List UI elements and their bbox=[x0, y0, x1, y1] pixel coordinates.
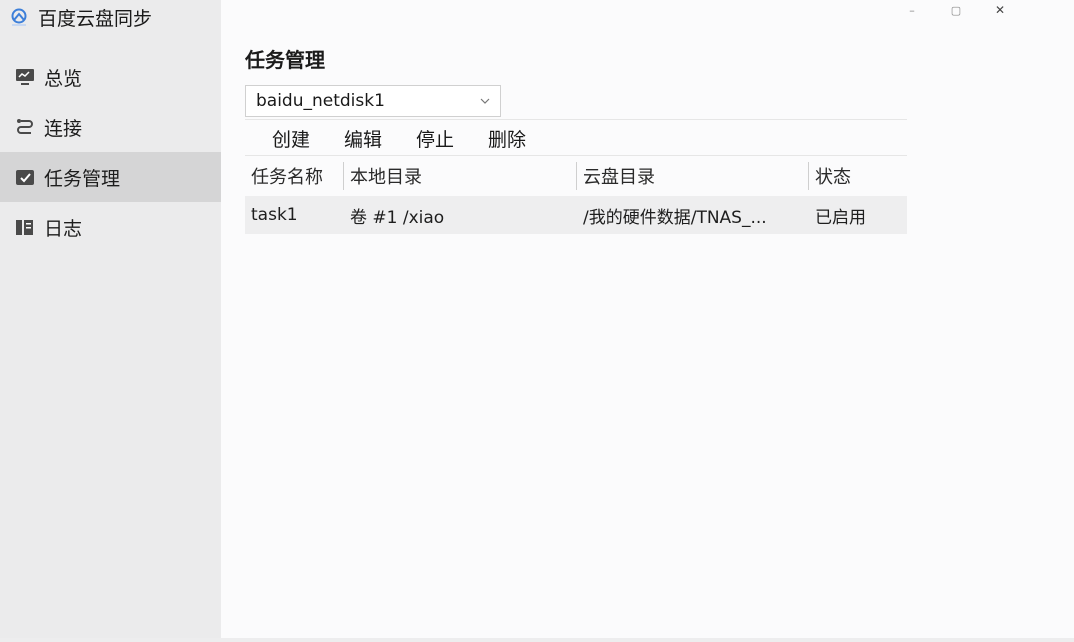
delete-button[interactable]: 删除 bbox=[488, 123, 526, 153]
window-bottom-edge bbox=[0, 638, 1074, 642]
link-icon bbox=[14, 116, 36, 138]
app-name: 百度云盘同步 bbox=[38, 7, 153, 30]
cell-local-dir: 卷 #1 /xiao bbox=[350, 207, 445, 228]
sidebar-item-overview[interactable]: 总览 bbox=[0, 52, 221, 102]
sidebar: 百度云盘同步 总览 连接 任务管理 日志 bbox=[0, 0, 221, 638]
cell-cloud-dir: /我的硬件数据/TNAS_... bbox=[583, 207, 767, 228]
baidu-cloud-icon bbox=[8, 6, 30, 28]
monitor-icon bbox=[14, 66, 36, 88]
sidebar-item-label: 日志 bbox=[44, 217, 83, 240]
task-check-icon bbox=[14, 166, 36, 188]
cell-task-name: task1 bbox=[251, 205, 298, 225]
create-button[interactable]: 创建 bbox=[272, 123, 310, 153]
account-select-value: baidu_netdisk1 bbox=[256, 91, 385, 111]
sidebar-item-label: 总览 bbox=[44, 67, 83, 90]
page-title: 任务管理 bbox=[245, 48, 325, 72]
status-badge: 已启用 bbox=[815, 207, 866, 228]
sidebar-item-log[interactable]: 日志 bbox=[0, 202, 221, 252]
chevron-down-icon bbox=[478, 93, 492, 107]
stop-button[interactable]: 停止 bbox=[416, 123, 454, 153]
sidebar-item-task-management[interactable]: 任务管理 bbox=[0, 152, 221, 202]
account-select[interactable]: baidu_netdisk1 bbox=[245, 85, 501, 117]
table-header: 任务名称 本地目录 云盘目录 状态 bbox=[245, 157, 907, 195]
column-header-local-dir[interactable]: 本地目录 bbox=[343, 162, 576, 190]
log-book-icon bbox=[14, 216, 36, 238]
column-header-status[interactable]: 状态 bbox=[808, 162, 907, 190]
app-title: 百度云盘同步 bbox=[8, 3, 152, 31]
sidebar-item-connection[interactable]: 连接 bbox=[0, 102, 221, 152]
close-icon[interactable]: ✕ bbox=[978, 0, 1022, 20]
maximize-icon[interactable]: ▢ bbox=[934, 0, 978, 20]
sidebar-item-label: 任务管理 bbox=[44, 167, 121, 190]
sidebar-item-label: 连接 bbox=[44, 117, 83, 140]
minimize-icon[interactable]: – bbox=[890, 0, 934, 20]
table-row[interactable]: task1 卷 #1 /xiao /我的硬件数据/TNAS_... 已启用 bbox=[245, 196, 907, 234]
column-header-task-name[interactable]: 任务名称 bbox=[245, 157, 343, 195]
toolbar: 创建 编辑 停止 删除 bbox=[245, 119, 907, 156]
edit-button[interactable]: 编辑 bbox=[344, 123, 382, 153]
task-table: 任务名称 本地目录 云盘目录 状态 task1 卷 #1 /xiao /我的硬件… bbox=[245, 157, 907, 234]
column-header-cloud-dir[interactable]: 云盘目录 bbox=[576, 162, 808, 190]
window-controls: – ▢ ✕ bbox=[890, 0, 1022, 20]
